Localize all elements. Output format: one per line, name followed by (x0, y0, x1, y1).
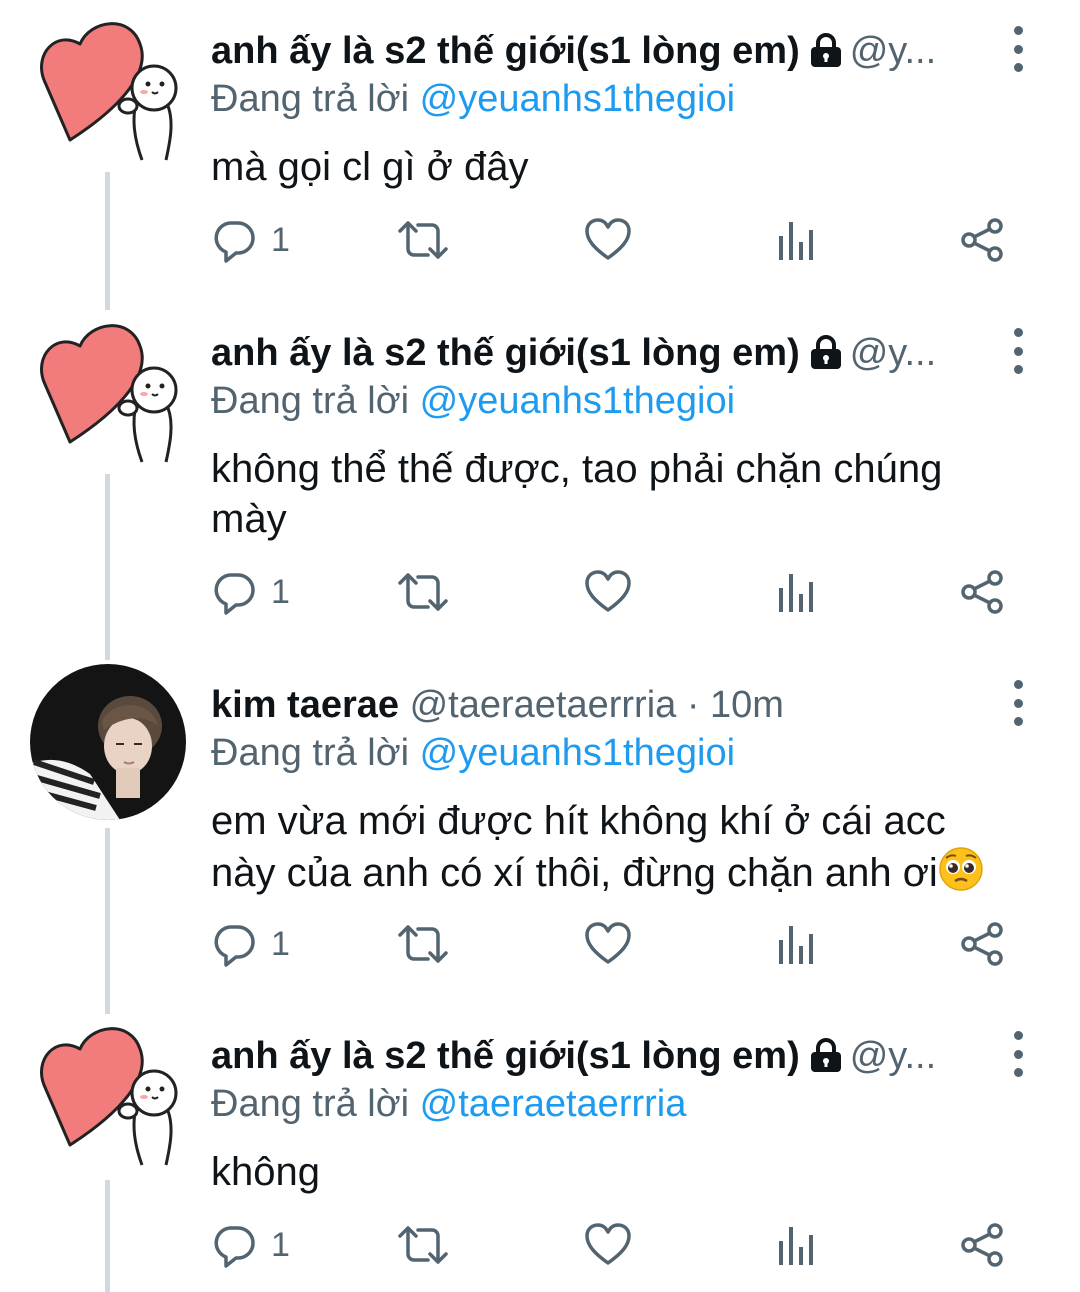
views-icon (779, 222, 813, 260)
action-bar: 1 (211, 919, 1011, 969)
heart-avatar-icon (40, 1027, 178, 1166)
avatar[interactable] (30, 1015, 186, 1171)
like-icon (585, 922, 631, 964)
display-name[interactable]: anh ấy là s2 thế giới(s1 lòng em) (211, 30, 800, 72)
reply-button[interactable]: 1 (211, 919, 290, 969)
retweet-icon (398, 221, 448, 259)
retweet-icon (398, 1226, 448, 1264)
replying-prefix: Đang trả lời (211, 78, 410, 120)
replying-to-link[interactable]: @taeraetaerrria (420, 1083, 687, 1125)
views-button[interactable] (776, 215, 816, 265)
tweet[interactable]: anh ấy là s2 thế giới(s1 lòng em) @y... Đ… (0, 312, 1080, 662)
user-handle[interactable]: @y... (850, 30, 936, 72)
like-button[interactable] (584, 919, 632, 969)
like-button[interactable] (584, 215, 632, 265)
tweet-header: anh ấy là s2 thế giới(s1 lòng em) @y... (211, 1033, 990, 1083)
photo-avatar-icon (30, 664, 186, 820)
action-bar: 1 (211, 567, 1011, 617)
share-icon (961, 1223, 1003, 1267)
tweet-text: mà gọi cl gì ở đây (211, 145, 529, 189)
reply-icon (214, 925, 255, 967)
avatar[interactable] (30, 664, 186, 820)
heart-avatar-icon (40, 22, 178, 161)
replying-to: Đang trả lời @yeuanhs1thegioi (211, 730, 735, 776)
views-button[interactable] (776, 1220, 816, 1270)
replying-to-link[interactable]: @yeuanhs1thegioi (420, 732, 735, 774)
tweet-header: anh ấy là s2 thế giới(s1 lòng em) @y... (211, 330, 990, 380)
share-button[interactable] (959, 1220, 1005, 1270)
action-bar: 1 (211, 215, 1011, 265)
tweet-header: kim taerae @taeraetaerrria · 10m (211, 682, 990, 728)
like-button[interactable] (584, 567, 632, 617)
display-name[interactable]: anh ấy là s2 thế giới(s1 lòng em) (211, 332, 800, 374)
share-button[interactable] (959, 919, 1005, 969)
reply-button[interactable]: 1 (211, 567, 290, 617)
tweet-text: em vừa mới được hít không khí ở cái acc … (211, 796, 1001, 904)
retweet-button[interactable] (396, 215, 450, 265)
reply-button[interactable]: 1 (211, 1220, 290, 1270)
tweet[interactable]: anh ấy là s2 thế giới(s1 lòng em) @y... Đ… (0, 10, 1080, 310)
replying-to-link[interactable]: @yeuanhs1thegioi (420, 78, 735, 120)
reply-icon (214, 573, 255, 615)
pleading-face-emoji (938, 846, 984, 904)
tweet[interactable]: kim taerae @taeraetaerrria · 10m Đang tr… (0, 664, 1080, 1014)
display-name[interactable]: anh ấy là s2 thế giới(s1 lòng em) (211, 1035, 800, 1077)
tweet-header: anh ấy là s2 thế giới(s1 lòng em) @y... (211, 28, 990, 78)
retweet-button[interactable] (396, 1220, 450, 1270)
reply-icon (214, 221, 255, 263)
replying-prefix: Đang trả lời (211, 732, 410, 774)
retweet-icon (398, 925, 448, 963)
more-options-icon[interactable] (1006, 680, 1030, 726)
views-icon (779, 574, 813, 612)
reply-count: 1 (271, 924, 290, 963)
more-options-icon[interactable] (1006, 328, 1030, 374)
user-handle[interactable]: @y... (850, 332, 936, 374)
heart-avatar-icon (40, 324, 178, 463)
lock-icon (808, 32, 844, 78)
share-icon (961, 570, 1003, 614)
tweet[interactable]: anh ấy là s2 thế giới(s1 lòng em) @y... Đ… (0, 1015, 1080, 1292)
like-icon (585, 570, 631, 612)
more-options-icon[interactable] (1006, 26, 1030, 72)
reply-button[interactable]: 1 (211, 215, 290, 265)
replying-prefix: Đang trả lời (211, 380, 410, 422)
replying-to-link[interactable]: @yeuanhs1thegioi (420, 380, 735, 422)
views-icon (779, 1227, 813, 1265)
lock-icon (808, 1037, 844, 1083)
avatar[interactable] (30, 10, 186, 166)
display-name[interactable]: kim taerae (211, 684, 399, 726)
views-button[interactable] (776, 919, 816, 969)
share-button[interactable] (959, 215, 1005, 265)
retweet-button[interactable] (396, 567, 450, 617)
reply-count: 1 (271, 572, 290, 611)
views-icon (779, 926, 813, 964)
like-icon (585, 1223, 631, 1265)
more-options-icon[interactable] (1006, 1031, 1030, 1077)
share-icon (961, 922, 1003, 966)
retweet-icon (398, 573, 448, 611)
replying-to: Đang trả lời @yeuanhs1thegioi (211, 76, 735, 122)
tweet-text: không thể thế được, tao phải chặn chúng … (211, 447, 943, 541)
avatar[interactable] (30, 312, 186, 468)
lock-icon (808, 334, 844, 380)
retweet-button[interactable] (396, 919, 450, 969)
share-button[interactable] (959, 567, 1005, 617)
user-handle[interactable]: @taeraetaerrria · 10m (410, 684, 784, 726)
share-icon (961, 218, 1003, 262)
reply-count: 1 (271, 1225, 290, 1264)
views-button[interactable] (776, 567, 816, 617)
tweet-text-content: em vừa mới được hít không khí ở cái acc … (211, 799, 946, 895)
replying-to: Đang trả lời @taeraetaerrria (211, 1081, 686, 1127)
like-button[interactable] (584, 1220, 632, 1270)
user-handle[interactable]: @y... (850, 1035, 936, 1077)
reply-count: 1 (271, 220, 290, 259)
action-bar: 1 (211, 1220, 1011, 1270)
like-icon (585, 218, 631, 260)
tweet-text: không (211, 1150, 320, 1194)
replying-prefix: Đang trả lời (211, 1083, 410, 1125)
reply-icon (214, 1226, 255, 1268)
replying-to: Đang trả lời @yeuanhs1thegioi (211, 378, 735, 424)
